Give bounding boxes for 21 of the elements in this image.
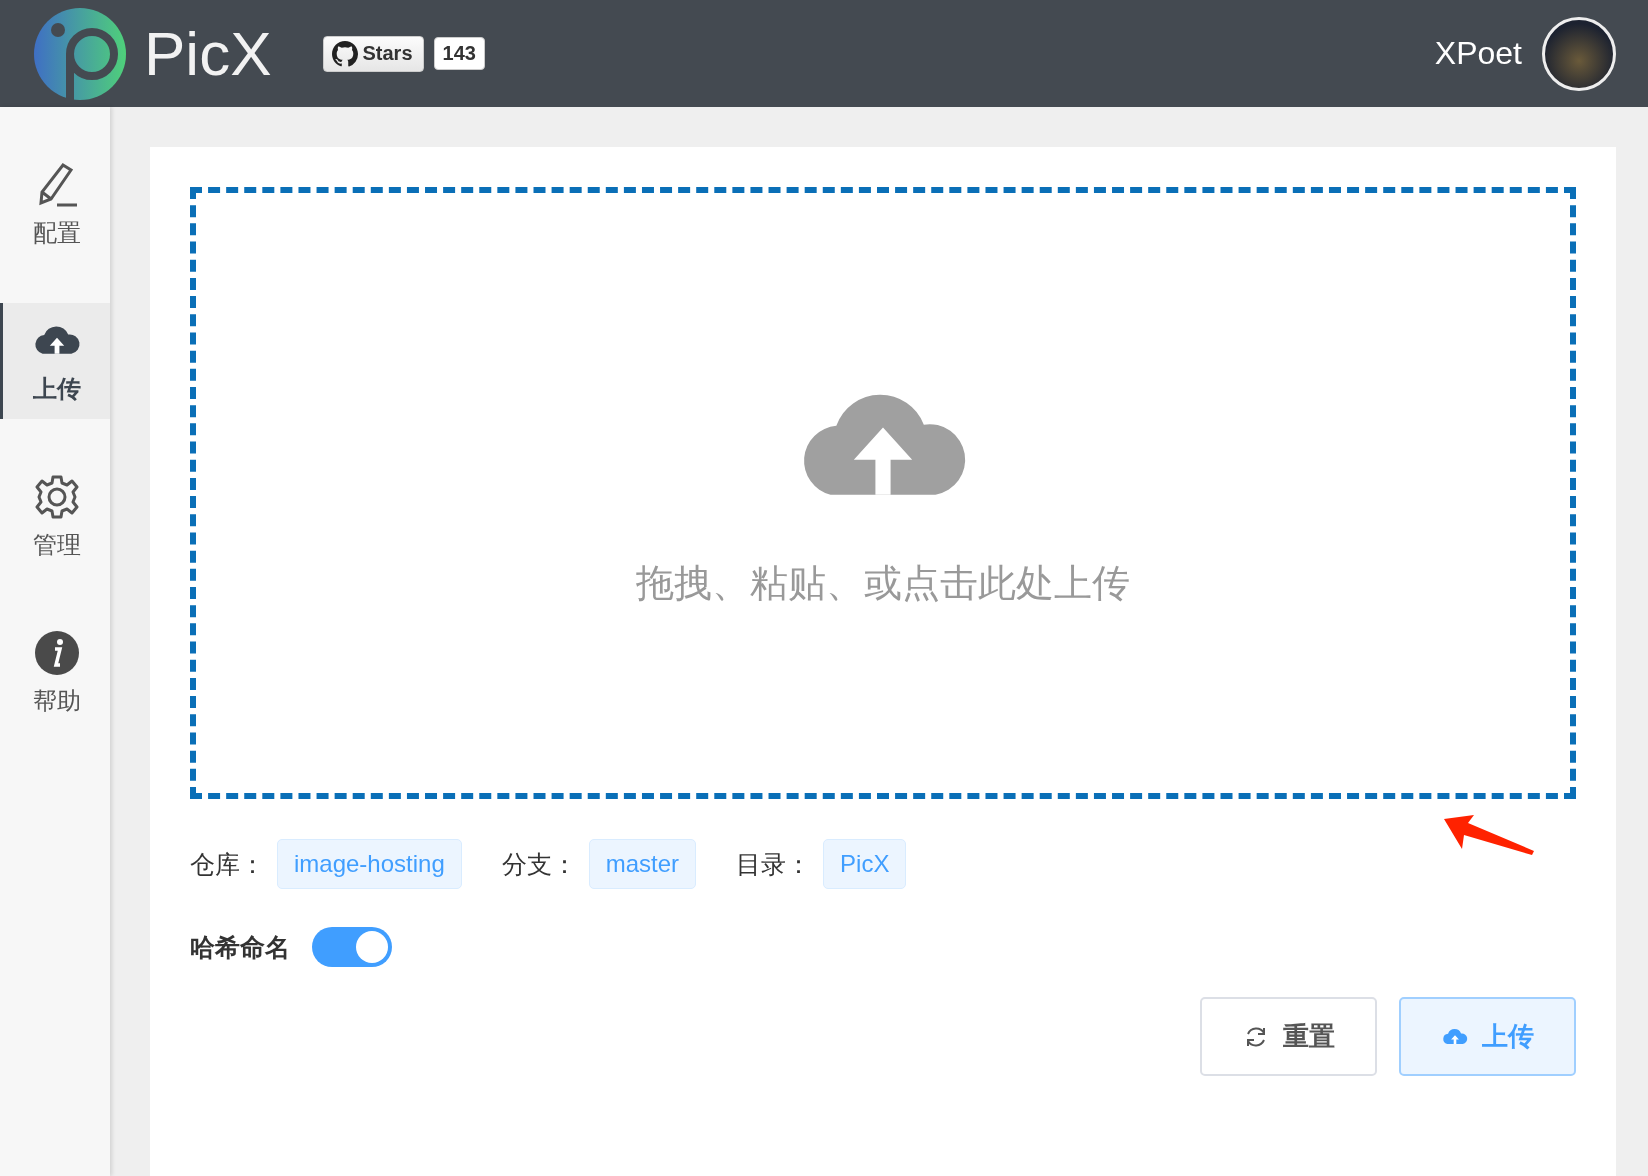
info-tag: PicX <box>823 839 907 889</box>
info-tag: image-hosting <box>277 839 462 889</box>
info-label: 分支： <box>501 848 577 881</box>
info-label: 目录： <box>736 848 812 881</box>
info-tag: master <box>588 839 697 889</box>
github-stars-button[interactable]: Stars <box>323 35 424 72</box>
sidebar-item[interactable]: 管理 <box>0 459 110 575</box>
reset-button[interactable]: 重置 <box>1200 997 1377 1076</box>
sidebar-item[interactable]: 配置 <box>0 147 110 263</box>
sidebar-item[interactable]: 上传 <box>0 303 110 419</box>
hash-naming-toggle[interactable] <box>312 927 392 967</box>
hash-naming-label: 哈希命名 <box>190 931 290 964</box>
logo-icon <box>32 5 128 102</box>
dropzone-hint: 拖拽、粘贴、或点击此处上传 <box>636 559 1130 607</box>
stars-count[interactable]: 143 <box>433 37 485 70</box>
info-icon <box>32 629 81 677</box>
info-label: 仓库： <box>190 848 265 881</box>
app-title: PicX <box>144 18 272 89</box>
sidebar-item[interactable]: 帮助 <box>0 615 110 731</box>
github-icon <box>332 40 359 67</box>
user-name: XPoet <box>1434 35 1522 72</box>
